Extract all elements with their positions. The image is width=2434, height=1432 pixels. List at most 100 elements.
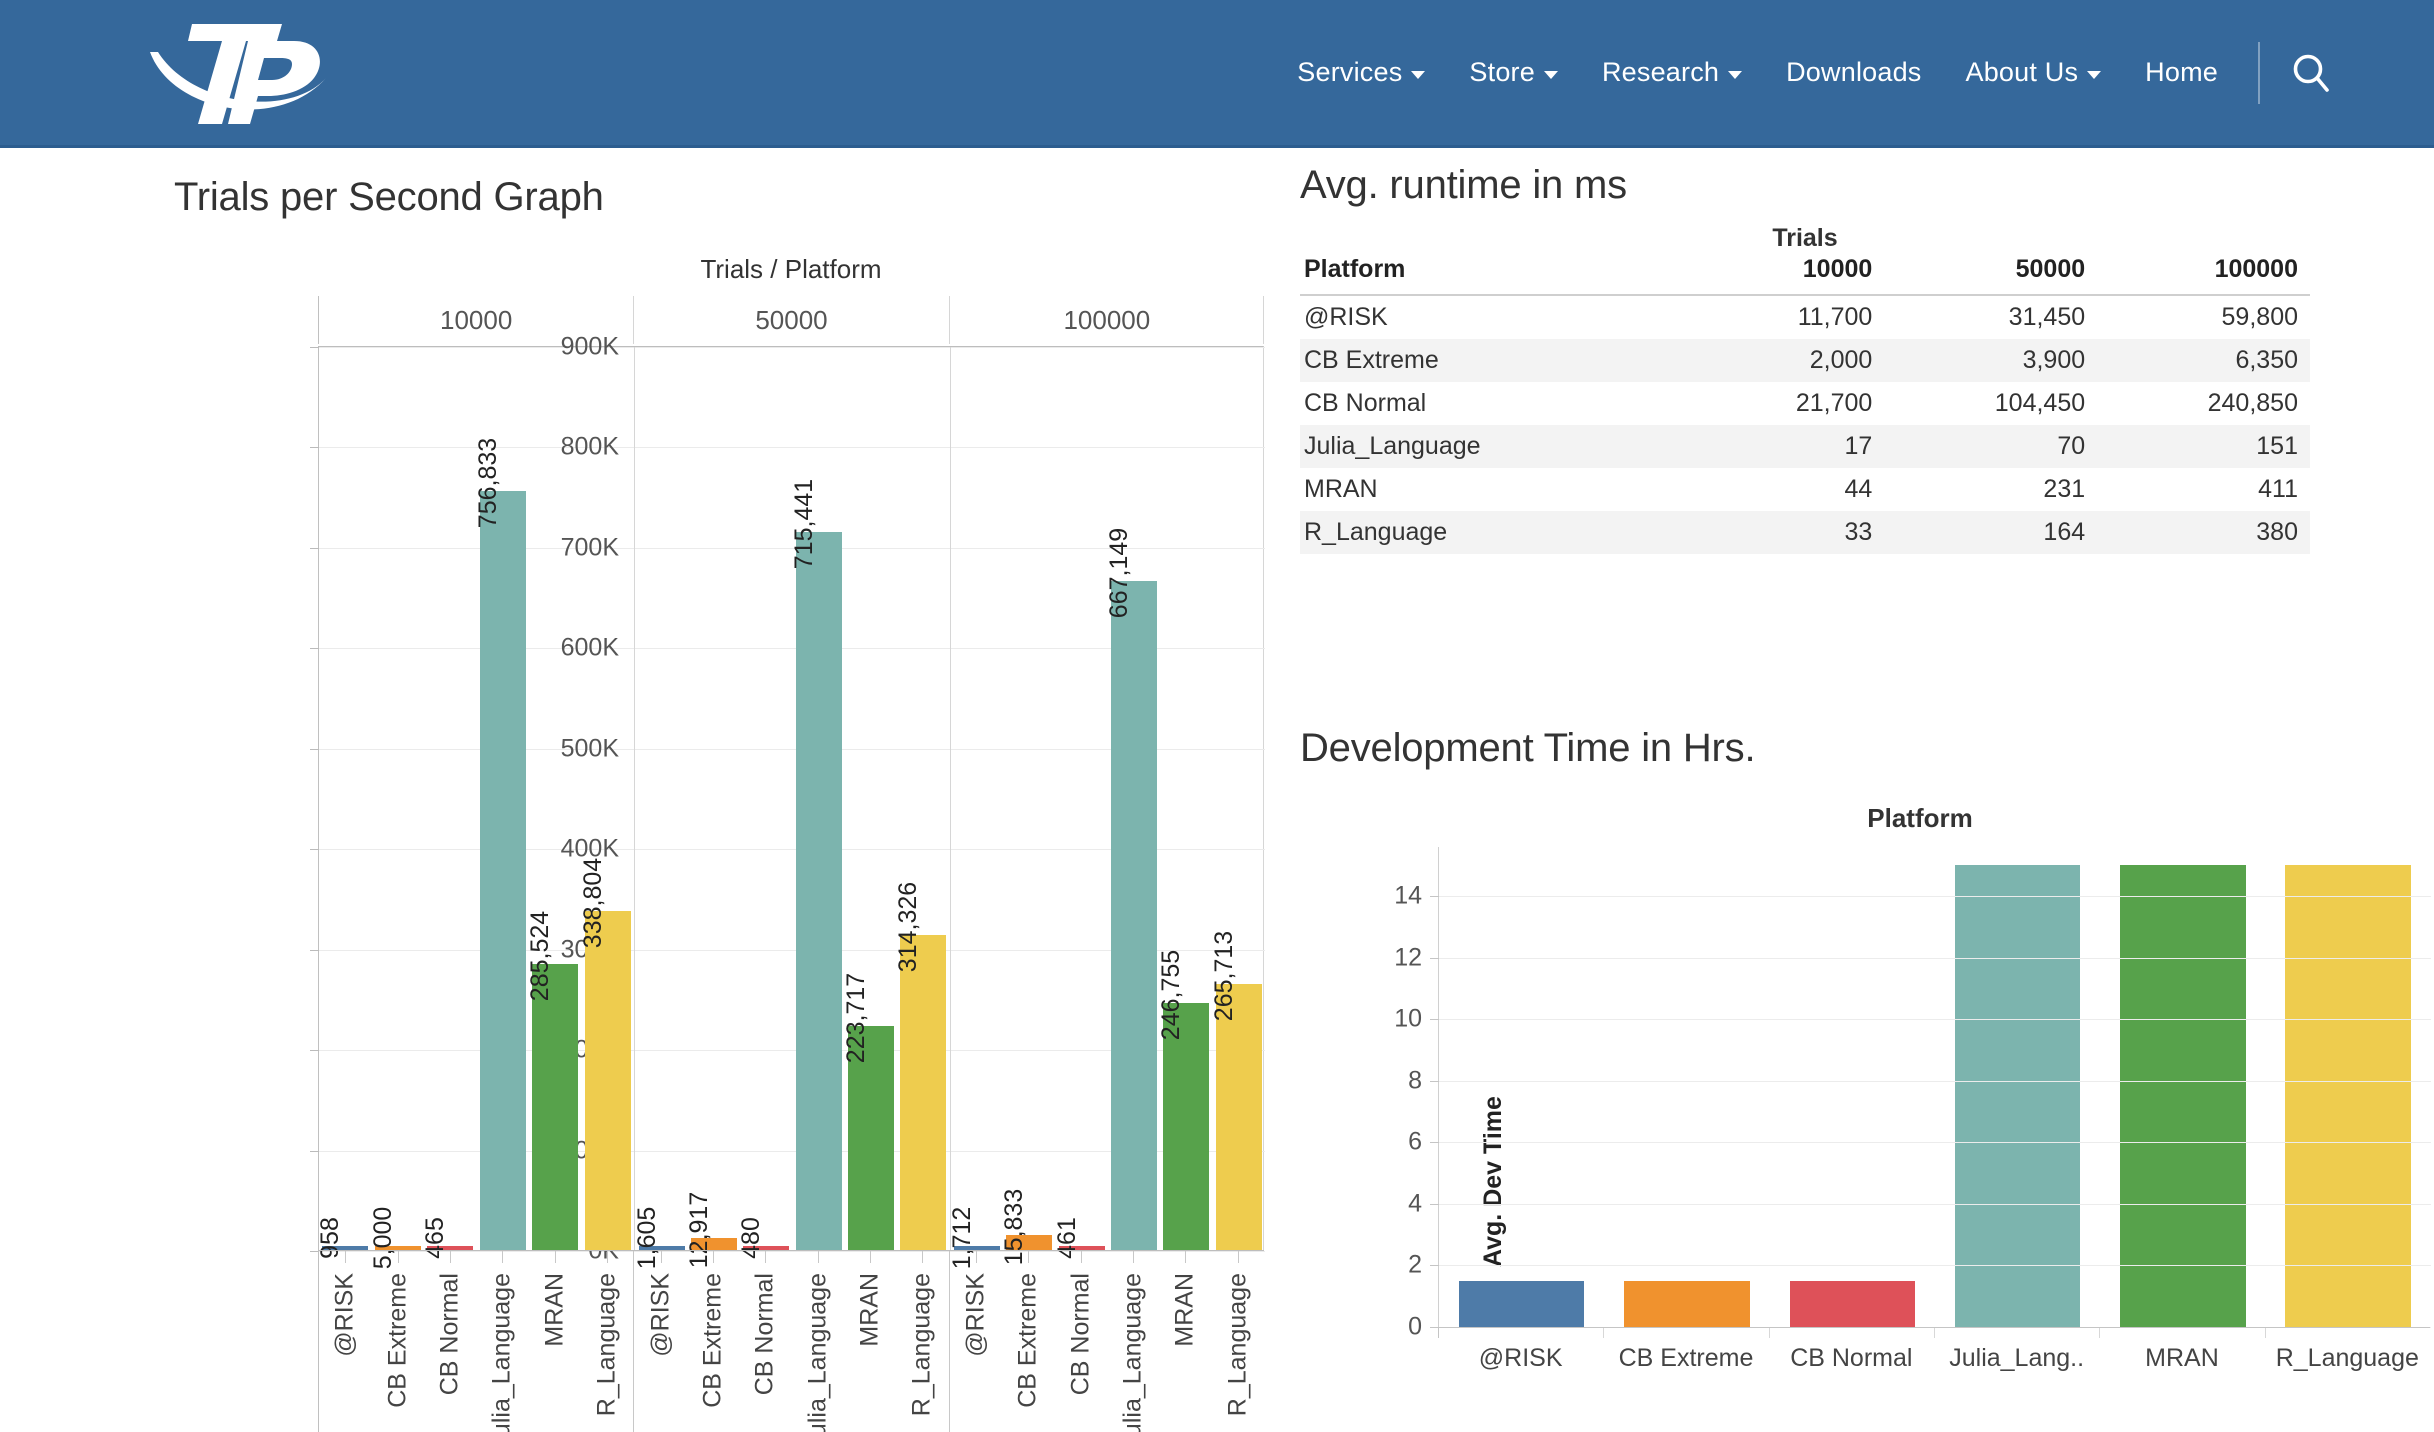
bar-MRAN[interactable]: 246,755 (1157, 950, 1210, 1251)
table-row: @RISK 11,700 31,450 59,800 (1300, 295, 2310, 339)
dev-chart-column-title: Platform (1867, 803, 1973, 833)
dev-y-tick-label: 14 (1394, 881, 1422, 910)
dev-y-tick-label: 12 (1394, 943, 1422, 972)
dev-bar-@RISK[interactable] (1458, 1280, 1585, 1327)
dev-bar-slot (2100, 847, 2265, 1327)
dev-axis-category-label: @RISK (1438, 1328, 1603, 1387)
nav-label: About Us (1965, 57, 2079, 87)
bar-MRAN[interactable]: 285,524 (526, 911, 579, 1251)
axis-panel-10000: @RISK CB Extreme CB Normal Julia_Language MR… (318, 1251, 633, 1432)
dev-bar-CB Normal[interactable] (1789, 1280, 1916, 1327)
column-header-50000: 50000 (1884, 248, 2098, 296)
bar-value-label: 756,833 (473, 437, 502, 528)
nav-item-store[interactable]: Store (1447, 57, 1580, 88)
dev-bar-MRAN[interactable] (2120, 865, 2246, 1327)
search-icon[interactable] (2288, 50, 2334, 96)
bar-Julia_Language[interactable]: 715,441 (790, 479, 842, 1251)
axis-tick-slot: CB Extreme (372, 1251, 424, 1432)
trials-per-second-chart: Trials / Platform 1000050000100000 Avg. … (310, 254, 1265, 1432)
nav-item-downloads[interactable]: Downloads (1764, 57, 1943, 88)
dev-gridline (1439, 1203, 2431, 1205)
axis-tick-slot: @RISK (635, 1251, 687, 1432)
dev-axis-category-label: CB Normal (1768, 1328, 1934, 1387)
bar-R_Language[interactable]: 314,326 (894, 882, 947, 1251)
bar-slot: 465 (421, 347, 476, 1259)
dev-bar-Julia_Lang..[interactable] (1954, 865, 2081, 1327)
bar-Julia_Language[interactable]: 756,833 (474, 438, 526, 1251)
axis-category-label: Julia_Language (1118, 1273, 1147, 1432)
bar-CB Extreme[interactable]: 15,833 (1000, 1189, 1053, 1265)
table-row: Julia_Language 17 70 151 (1300, 425, 2310, 468)
axis-tick-slot: @RISK (319, 1251, 371, 1432)
bar-slot: 715,441 (790, 347, 845, 1251)
tp-logo[interactable] (130, 8, 340, 136)
axis-category-label: CB Normal (1066, 1273, 1095, 1396)
table-cell-v50000: 70 (2057, 432, 2086, 460)
trials-per-second-pane: Trials per Second Graph Trials / Platfor… (0, 148, 1290, 1432)
axis-category-label: MRAN (1170, 1273, 1199, 1347)
nav-item-research[interactable]: Research (1580, 57, 1764, 88)
axis-category-label: MRAN (540, 1273, 569, 1347)
axis-category-label: R_Language (907, 1273, 936, 1417)
bar-value-label: 667,149 (1104, 527, 1133, 619)
bar-Julia_Language[interactable]: 667,149 (1105, 528, 1157, 1251)
table-row: CB Extreme 2,000 3,900 6,350 (1300, 339, 2310, 382)
bar-slot: 285,524 (526, 347, 581, 1251)
y-tick-mark (310, 949, 319, 951)
chevron-down-icon (2087, 70, 2102, 79)
nav-label: Services (1297, 57, 1403, 87)
y-tick-mark (310, 347, 319, 348)
bar-panel-50000: 1,605 12,917 480 715,441 223,717 314,326 (633, 347, 949, 1269)
bar-R_Language[interactable]: 338,804 (579, 858, 631, 1251)
chart-panel-headers: 10000 50000 100000 (318, 296, 1264, 344)
bar-slot: 461 (1053, 347, 1108, 1259)
page-title-devtime: Development Time in Hrs. (1300, 726, 1756, 770)
table-cell-v50000: 164 (2043, 518, 2086, 546)
nav-item-services[interactable]: Services (1275, 57, 1447, 88)
axis-category-label: R_Language (592, 1273, 621, 1417)
axis-category-label: Julia_Language (487, 1273, 516, 1432)
bar-panel-10000: 958 5,000 465 756,833 285,524 338,804 (316, 347, 634, 1269)
y-tick-mark (310, 748, 319, 750)
page-title-trials: Trials per Second Graph (174, 175, 604, 219)
bar-slot: 480 (737, 347, 792, 1259)
table-cell-v50000: 231 (2043, 475, 2086, 503)
nav-label: Store (1469, 57, 1535, 87)
table-cell-v10000: 17 (1844, 432, 1873, 460)
dev-category-axis: @RISK CB Extreme CB Normal Julia_Lang.. MRAN… (1438, 1327, 2430, 1387)
axis-tick-slot: CB Normal (739, 1251, 791, 1432)
table-cell-v100000: 411 (2258, 475, 2298, 503)
axis-tick-slot: Julia_Language (1107, 1251, 1159, 1432)
bar-MRAN[interactable]: 223,717 (842, 973, 895, 1251)
axis-tick-slot: MRAN (844, 1251, 896, 1432)
main-navigation: Services Store Research Downloads About … (1275, 0, 2354, 145)
dev-bar-slot (1604, 847, 1769, 1327)
dev-y-tick-mark (1430, 1265, 1439, 1267)
dev-y-tick-mark (1430, 1080, 1439, 1082)
axis-category-label: MRAN (855, 1273, 884, 1347)
nav-label: Downloads (1786, 57, 1922, 87)
bar-R_Language[interactable]: 265,713 (1210, 931, 1262, 1251)
bar-panel-100000: 1,712 15,833 461 667,149 246,755 265,713 (948, 347, 1265, 1269)
table-row: R_Language 33 164 380 (1300, 511, 2310, 554)
nav-item-about-us[interactable]: About Us (1944, 57, 2124, 88)
nav-item-home[interactable]: Home (2123, 57, 2240, 88)
dev-gridline (1439, 957, 2431, 959)
dev-gridline (1439, 896, 2431, 898)
table-cell-v10000: 21,700 (1795, 389, 1873, 417)
chart-plot-area: Avg. Trials per second 0K100K200K300K400… (310, 333, 1265, 1269)
runtime-table: Platform 10000 50000 100000 @RISK 11,700 3… (1300, 248, 2310, 554)
dev-gridline (1439, 1265, 2431, 1267)
dev-bar-R_Language[interactable] (2285, 865, 2412, 1327)
axis-category-label: CB Normal (435, 1273, 464, 1396)
bar-slot: 667,149 (1105, 347, 1160, 1251)
y-tick-mark (310, 447, 319, 449)
page-title-runtime: Avg. runtime in ms (1300, 163, 1627, 207)
chevron-down-icon (1411, 70, 1426, 79)
table-header-row: Platform 10000 50000 100000 (1300, 248, 2310, 296)
table-row: MRAN 44 231 411 (1300, 468, 2310, 511)
bar-slot: 5,000 (369, 347, 424, 1269)
dev-bar-CB Extreme[interactable] (1624, 1280, 1750, 1327)
chart-category-axis: @RISK CB Extreme CB Normal Julia_Language MR… (318, 1250, 1264, 1432)
dev-y-tick-label: 0 (1408, 1312, 1422, 1341)
